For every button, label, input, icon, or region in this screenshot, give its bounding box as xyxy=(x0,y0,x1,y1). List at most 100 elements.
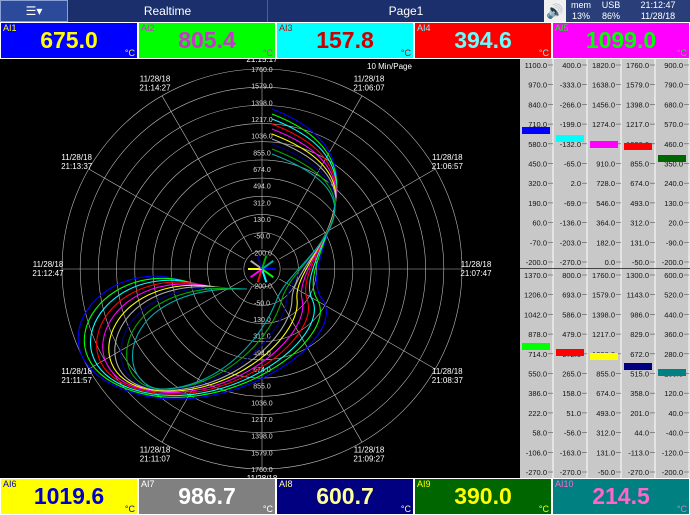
bottom-scale-label: 829.0 xyxy=(630,330,649,339)
timestamp-time: 21:15:17 xyxy=(246,59,278,64)
bottom-scale-label: 358.0 xyxy=(630,389,649,398)
top-scale-label: 0.0 xyxy=(605,258,615,267)
top-scale-label: 570.0 xyxy=(664,120,683,129)
ring-value-label: 1579.0 xyxy=(251,450,273,457)
timestamp-date: 11/28/18 xyxy=(354,445,385,454)
mode-label: Realtime xyxy=(68,0,268,22)
ring-value-label-up: -50.0 xyxy=(254,234,270,241)
timestamp-time: 21:09:27 xyxy=(353,454,385,463)
top-scale-label: 2.0 xyxy=(571,179,581,188)
bottom-scale-label: -270.0 xyxy=(628,468,649,477)
bottom-scale-label: 672.0 xyxy=(630,350,649,359)
usb-status: USB 86% xyxy=(596,0,626,22)
top-scale-label: -203.0 xyxy=(560,238,581,247)
top-scale-label: 60.0 xyxy=(532,219,547,228)
bottom-scale-label: 1042.0 xyxy=(524,310,547,319)
channel-tile-ai3[interactable]: AI3 157.8 °C xyxy=(276,22,414,59)
channel-trace xyxy=(77,108,338,400)
bottom-scale-label: -270.0 xyxy=(526,468,547,477)
channel-tile-ai5[interactable]: AI5 1099.0 °C xyxy=(552,22,690,59)
bottom-scale-label: -120.0 xyxy=(662,448,683,457)
top-scale-label: 728.0 xyxy=(596,179,615,188)
bottom-scale-label: 158.0 xyxy=(562,389,581,398)
top-scale-label: -136.0 xyxy=(560,219,581,228)
chart-speed-label: 10 Min/Page xyxy=(367,62,412,71)
bottom-scale-label: 440.0 xyxy=(664,310,683,319)
ring-value-label-up: -200.0 xyxy=(252,250,272,257)
channel-tile-ai7[interactable]: AI7 986.7 °C xyxy=(138,478,276,515)
top-scale-label: 240.0 xyxy=(664,179,683,188)
polar-timestamp: 11/28/18 21:14:27 xyxy=(139,75,171,93)
top-scale-label: 1274.0 xyxy=(592,120,615,129)
timestamp-time: 21:06:57 xyxy=(432,162,464,171)
bottom-scale-label: -50.0 xyxy=(598,468,615,477)
ring-value-label-up: 674.0 xyxy=(253,167,271,174)
ring-value-label-up: 1398.0 xyxy=(251,100,273,107)
menu-button[interactable]: ☰▾ xyxy=(0,0,68,22)
timestamp-time: 21:12:47 xyxy=(32,269,64,278)
hamburger-menu-icon: ☰▾ xyxy=(25,4,43,18)
bottom-scale-label: 600.0 xyxy=(664,271,683,280)
timestamp-time: 21:06:07 xyxy=(353,84,385,93)
polar-timestamp: 11/28/18 21:11:07 xyxy=(140,445,171,463)
clock: 21:12:47 11/28/18 xyxy=(626,0,690,22)
bottom-scale-label: -163.0 xyxy=(560,448,581,457)
polar-spoke xyxy=(88,168,245,260)
timestamp-date: 11/28/18 xyxy=(140,75,171,84)
bottom-scale-label: 360.0 xyxy=(664,330,683,339)
ring-value-label-up: 1579.0 xyxy=(251,84,273,91)
bottom-scale-label: 1760.0 xyxy=(592,271,615,280)
bottom-scale-label: 1217.0 xyxy=(592,330,615,339)
channel-tile-ai8[interactable]: AI8 600.7 °C xyxy=(276,478,414,515)
value-marker xyxy=(590,353,618,360)
timestamp-time: 21:07:47 xyxy=(460,269,492,278)
bottom-scale-label: 201.0 xyxy=(630,409,649,418)
ring-value-label-up: 855.0 xyxy=(253,150,271,157)
polar-timestamp: 11/28/18 21:12:47 xyxy=(32,260,64,278)
bottom-scale-label: 131.0 xyxy=(596,448,615,457)
top-scale-label: -200.0 xyxy=(526,258,547,267)
value-marker xyxy=(556,135,584,142)
polar-spoke xyxy=(161,95,253,252)
bottom-scale-label: -40.0 xyxy=(666,429,683,438)
top-scale-label: 674.0 xyxy=(630,179,649,188)
channel-tile-ai10[interactable]: AI10 214.5 °C xyxy=(552,478,690,515)
channel-tile-ai6[interactable]: AI6 1019.6 °C xyxy=(0,478,138,515)
timestamp-date: 11/28/18 xyxy=(432,153,463,162)
top-scale-label: 312.0 xyxy=(630,219,649,228)
scale-svg: 1100.0970.0840.0710.0580.0450.0320.0190.… xyxy=(520,59,690,478)
bottom-scale-label: 51.0 xyxy=(566,409,581,418)
timestamp-time: 21:14:27 xyxy=(139,84,171,93)
top-scale-label: -70.0 xyxy=(530,238,547,247)
top-scale-label: 900.0 xyxy=(664,61,683,70)
timestamp-date: 11/28/18 xyxy=(33,260,64,269)
top-scale-label: 1217.0 xyxy=(626,120,649,129)
bottom-scale-label: 1300.0 xyxy=(626,271,649,280)
top-scale-label: 450.0 xyxy=(528,160,547,169)
channel-tile-ai9[interactable]: AI9 390.0 °C xyxy=(414,478,552,515)
speaker-alarm-icon[interactable]: 🔊 xyxy=(544,0,566,22)
bottom-scale-label: 1370.0 xyxy=(524,271,547,280)
bottom-scale-label: 550.0 xyxy=(528,370,547,379)
channel-tile-ai1[interactable]: AI1 675.0 °C xyxy=(0,22,138,59)
top-scale-label: 182.0 xyxy=(596,238,615,247)
value-marker xyxy=(624,143,652,150)
page-label[interactable]: Page1 xyxy=(268,0,544,22)
top-scale-label: -270.0 xyxy=(560,258,581,267)
top-scale-label: -333.0 xyxy=(560,81,581,90)
bottom-scale-label: 40.0 xyxy=(668,409,683,418)
channel-tile-ai2[interactable]: AI2 805.4 °C xyxy=(138,22,276,59)
top-scale-label: -50.0 xyxy=(632,258,649,267)
bottom-scale-label: 493.0 xyxy=(596,409,615,418)
bottom-scale-label: 855.0 xyxy=(596,370,615,379)
top-scale-label: 1820.0 xyxy=(592,61,615,70)
channel-tile-ai4[interactable]: AI4 394.6 °C xyxy=(414,22,552,59)
ring-value-label-up: 312.0 xyxy=(253,200,271,207)
value-marker xyxy=(624,363,652,370)
bottom-scale-label: 878.0 xyxy=(528,330,547,339)
bottom-scale-label: -113.0 xyxy=(628,448,649,457)
ring-value-label: 1760.0 xyxy=(251,467,273,474)
polar-trend-chart[interactable]: 11/28/18 21:15:17 11/28/18 21:06:07 11/28/18… xyxy=(0,46,520,492)
title-bar: ☰▾ Realtime Page1 🔊 mem 13% USB 86% 21:1… xyxy=(0,0,690,22)
timestamp-date: 11/28/18 xyxy=(432,367,463,376)
